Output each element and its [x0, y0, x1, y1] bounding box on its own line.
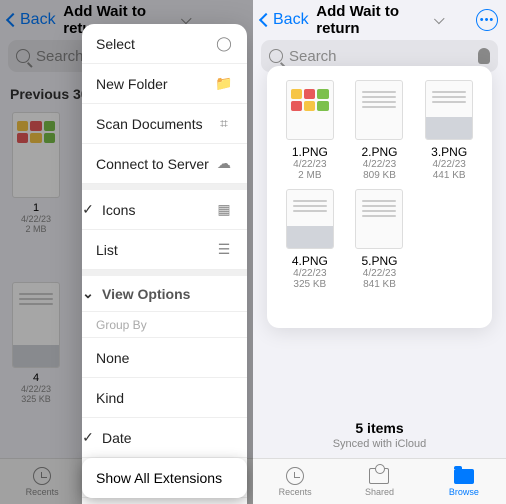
status-bar: 5 items Synced with iCloud: [253, 420, 506, 450]
menu-view-options: ⌄View Options: [82, 276, 247, 312]
back-button[interactable]: Back: [261, 11, 309, 29]
file-name: 4.PNG: [292, 254, 328, 268]
file-size: 841 KB: [363, 279, 396, 290]
tab-shared[interactable]: Shared: [337, 459, 421, 504]
file-size: 809 KB: [363, 170, 396, 181]
file-size: 2 MB: [298, 170, 321, 181]
right-pane: Back Add Wait to return ••• Search 1.PNG…: [253, 0, 506, 504]
file-item[interactable]: 3.PNG 4/22/23 441 KB: [416, 80, 482, 181]
chevron-left-icon: [259, 13, 273, 27]
menu-list[interactable]: List☰: [82, 230, 247, 270]
file-name: 5.PNG: [361, 254, 397, 268]
thumbnail-image: [286, 80, 334, 140]
sync-status: Synced with iCloud: [253, 438, 506, 450]
item-count: 5 items: [253, 420, 506, 436]
file-item[interactable]: 5.PNG 4/22/23 841 KB: [347, 189, 413, 290]
file-date: 4/22/23: [293, 268, 326, 279]
menu-select[interactable]: Select◯: [82, 24, 247, 64]
menu-shared-by[interactable]: Shared by: [82, 498, 247, 504]
file-date: 4/22/23: [432, 159, 465, 170]
checkmark-icon: ✓: [82, 429, 96, 446]
file-date: 4/22/23: [363, 159, 396, 170]
file-size: 441 KB: [433, 170, 466, 181]
file-name: 1.PNG: [292, 145, 328, 159]
checkmark-icon: ✓: [82, 201, 96, 218]
file-name: 2.PNG: [361, 145, 397, 159]
search-placeholder: Search: [289, 48, 472, 65]
menu-kind[interactable]: Kind: [82, 378, 247, 418]
menu-date[interactable]: ✓Date: [82, 418, 247, 458]
files-grid: 1.PNG 4/22/23 2 MB 2.PNG 4/22/23 809 KB …: [277, 80, 482, 290]
menu-show-all-extensions[interactable]: Show All Extensions: [82, 458, 247, 498]
grid-icon: ▦: [215, 201, 233, 219]
ellipsis-icon: •••: [480, 14, 495, 26]
mic-icon[interactable]: [478, 48, 490, 64]
shared-icon: [369, 468, 389, 484]
clock-icon: [286, 467, 304, 485]
file-item[interactable]: 1.PNG 4/22/23 2 MB: [277, 80, 343, 181]
server-icon: ☁: [215, 155, 233, 173]
back-label: Back: [273, 11, 309, 29]
folder-plus-icon: 📁: [215, 75, 233, 93]
left-pane: Back Add Wait to return Search Previous …: [0, 0, 253, 504]
tab-bar: Recents Shared Browse: [253, 458, 506, 504]
menu-none[interactable]: None: [82, 338, 247, 378]
file-item[interactable]: 4.PNG 4/22/23 325 KB: [277, 189, 343, 290]
folder-icon: [454, 469, 474, 484]
chevron-down-icon: ⌄: [82, 285, 96, 302]
tab-browse[interactable]: Browse: [422, 459, 506, 504]
nav-header: Back Add Wait to return •••: [253, 0, 506, 40]
file-size: 325 KB: [293, 279, 326, 290]
more-button[interactable]: •••: [476, 9, 498, 31]
search-icon: [269, 49, 283, 63]
check-circle-icon: ◯: [215, 35, 233, 53]
file-date: 4/22/23: [363, 268, 396, 279]
file-item[interactable]: 2.PNG 4/22/23 809 KB: [347, 80, 413, 181]
scan-icon: ⌗: [215, 115, 233, 133]
thumbnail-image: [286, 189, 334, 249]
chevron-down-icon: [434, 13, 445, 24]
menu-scan-documents[interactable]: Scan Documents⌗: [82, 104, 247, 144]
menu-new-folder[interactable]: New Folder📁: [82, 64, 247, 104]
file-date: 4/22/23: [293, 159, 326, 170]
list-icon: ☰: [215, 241, 233, 259]
thumbnail-image: [355, 189, 403, 249]
page-title[interactable]: Add Wait to return: [316, 3, 443, 37]
file-name: 3.PNG: [431, 145, 467, 159]
thumbnail-image: [425, 80, 473, 140]
files-card: 1.PNG 4/22/23 2 MB 2.PNG 4/22/23 809 KB …: [267, 66, 492, 328]
tab-recents[interactable]: Recents: [253, 459, 337, 504]
menu-connect-server[interactable]: Connect to Server☁: [82, 144, 247, 184]
context-menu: Select◯ New Folder📁 Scan Documents⌗ Conn…: [82, 24, 247, 504]
menu-icons[interactable]: ✓Icons▦: [82, 190, 247, 230]
menu-group-by-label: Group By: [82, 312, 247, 338]
thumbnail-image: [355, 80, 403, 140]
